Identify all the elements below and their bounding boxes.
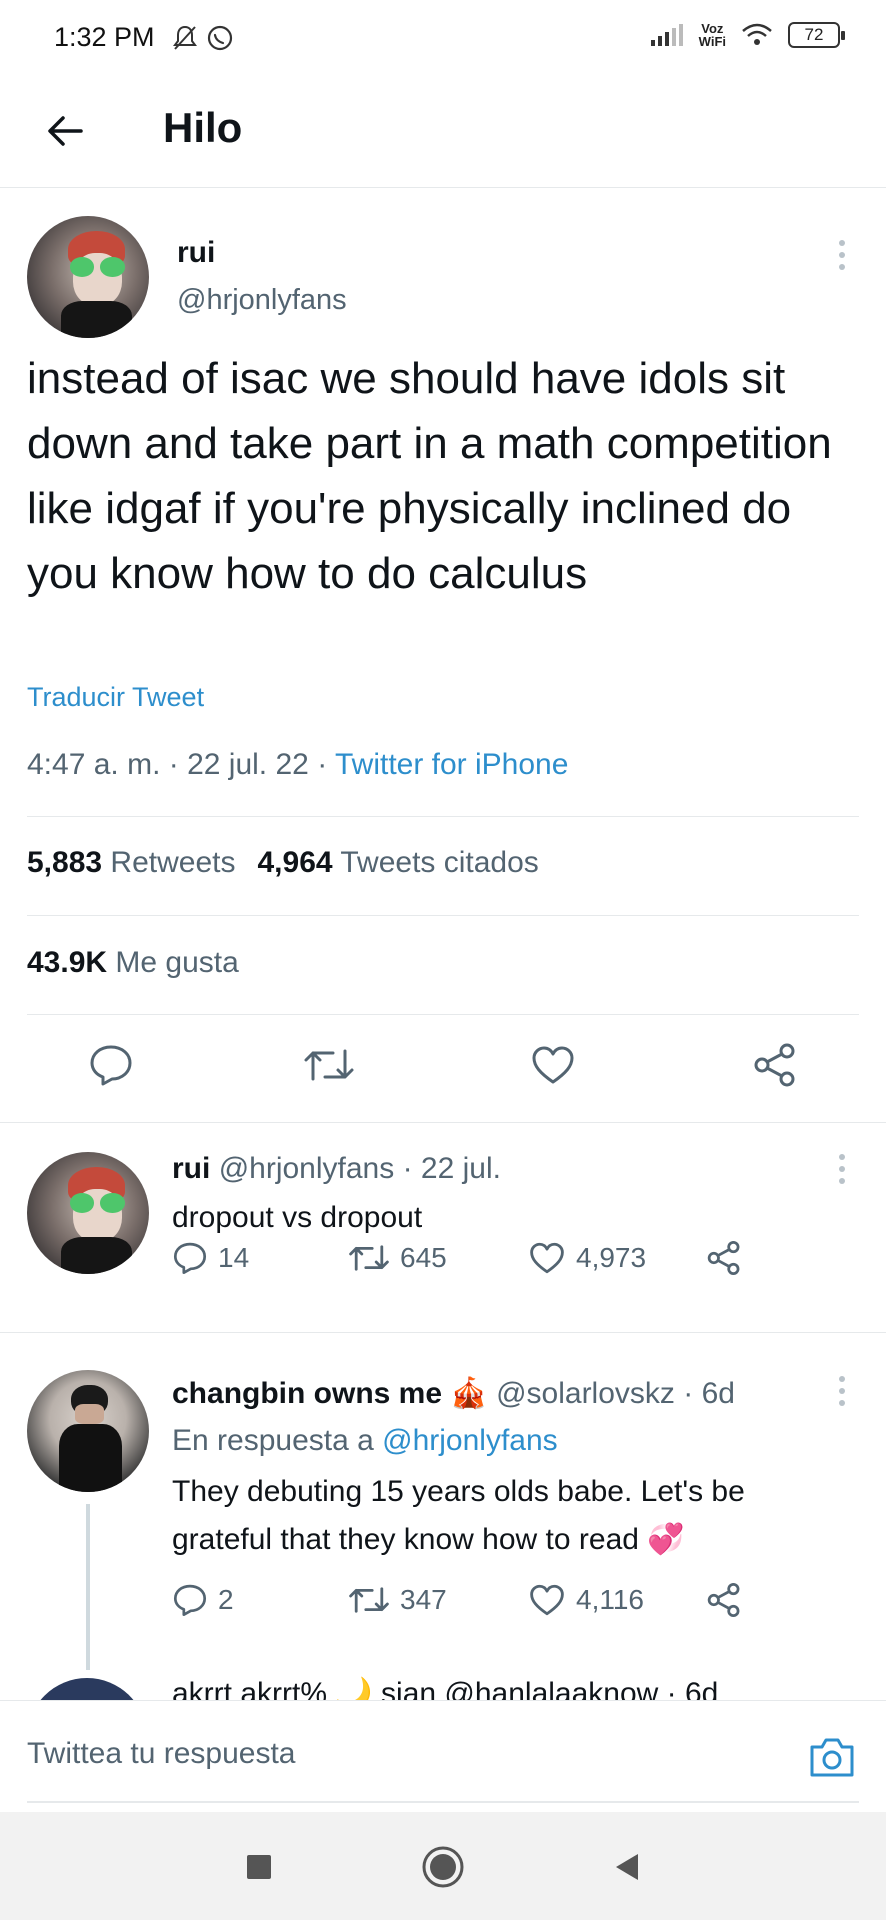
retweet-button[interactable]: 645 bbox=[348, 1242, 447, 1274]
more-options-icon[interactable] bbox=[832, 1154, 852, 1184]
status-bar: 1:32 PM Voz WiFi 72 bbox=[0, 0, 886, 80]
reply-to-handle-link[interactable]: @hrjonlyfans bbox=[382, 1424, 558, 1457]
thread-connector bbox=[86, 1504, 90, 1670]
reply-button[interactable] bbox=[84, 1038, 138, 1092]
divider bbox=[27, 915, 859, 916]
reply-input[interactable]: Twittea tu respuesta bbox=[27, 1737, 295, 1771]
author-handle[interactable]: @solarlovskz bbox=[496, 1377, 675, 1410]
tweet-action-bar bbox=[0, 1028, 886, 1100]
triangle-back-icon bbox=[616, 1854, 638, 1880]
status-notification-icons bbox=[172, 24, 234, 52]
reply-header: changbin owns me 🎪 @solarlovskz · 6d bbox=[172, 1376, 735, 1411]
share-button[interactable] bbox=[706, 1582, 742, 1618]
tweet-text: instead of isac we should have idols sit… bbox=[27, 354, 832, 598]
share-icon bbox=[707, 1582, 740, 1618]
retweet-icon bbox=[349, 1587, 389, 1613]
reply-tweet[interactable]: changbin owns me 🎪 @solarlovskz · 6d En … bbox=[0, 1332, 886, 1670]
two-hearts-emoji: 💞 bbox=[647, 1523, 685, 1556]
author-handle[interactable]: @hrjonlyfans bbox=[219, 1152, 395, 1185]
status-time: 1:32 PM bbox=[54, 22, 155, 52]
likes-stat[interactable]: 43.9K Me gusta bbox=[27, 946, 239, 980]
partial-reply-header: akrrt akrrt% 🌙 sian @hanlalaaknow · 6d bbox=[172, 1677, 719, 1700]
comment-icon bbox=[173, 1242, 207, 1275]
divider bbox=[27, 816, 859, 817]
tweet-time: 4:47 a. m. bbox=[27, 748, 161, 781]
reply-text: They debuting 15 years olds babe. Let's … bbox=[172, 1475, 745, 1556]
reply-date: · 22 jul. bbox=[402, 1152, 501, 1185]
network-label: Voz WiFi bbox=[698, 21, 726, 49]
like-button[interactable]: 4,973 bbox=[528, 1241, 646, 1275]
back-nav-button[interactable] bbox=[604, 1844, 650, 1890]
input-underline bbox=[27, 1801, 859, 1803]
partial-reply-tweet[interactable]: akrrt akrrt% 🌙 sian @hanlalaaknow · 6d bbox=[0, 1670, 886, 1700]
divider bbox=[27, 1014, 859, 1015]
like-button[interactable]: 4,116 bbox=[528, 1583, 644, 1617]
more-options-icon[interactable] bbox=[832, 240, 852, 270]
like-count: 4,116 bbox=[576, 1584, 644, 1615]
retweets-stat[interactable]: 5,883 Retweets bbox=[27, 846, 235, 879]
avatar[interactable] bbox=[27, 216, 149, 338]
reply-compose-bar: Twittea tu respuesta bbox=[0, 1700, 886, 1812]
circus-tent-emoji: 🎪 bbox=[450, 1377, 488, 1410]
status-right-icons: Voz WiFi 72 bbox=[649, 21, 845, 49]
author-handle[interactable]: @hrjonlyfans bbox=[177, 284, 347, 317]
battery-indicator: 72 bbox=[788, 22, 845, 48]
heart-icon bbox=[530, 1242, 564, 1274]
retweet-count: 347 bbox=[400, 1584, 447, 1615]
author-name[interactable]: rui bbox=[172, 1152, 210, 1185]
arrow-left-icon bbox=[48, 116, 83, 146]
back-button[interactable] bbox=[40, 106, 90, 156]
like-count: 4,973 bbox=[576, 1242, 647, 1273]
reply-button[interactable]: 2 bbox=[172, 1583, 234, 1617]
camera-button[interactable] bbox=[806, 1731, 858, 1783]
camera-icon bbox=[810, 1738, 854, 1777]
signal-icon bbox=[650, 24, 683, 46]
reply-date: · 6d bbox=[683, 1377, 735, 1410]
reply-count: 14 bbox=[218, 1242, 250, 1273]
author-name[interactable]: changbin owns me bbox=[172, 1377, 442, 1410]
heart-icon bbox=[530, 1584, 564, 1616]
like-button[interactable] bbox=[526, 1038, 580, 1092]
tweet-date: 22 jul. 22 bbox=[187, 748, 309, 781]
avatar[interactable] bbox=[27, 1370, 149, 1492]
more-options-icon[interactable] bbox=[832, 1376, 852, 1406]
tweet-source-link[interactable]: Twitter for iPhone bbox=[335, 748, 568, 781]
wifi-icon bbox=[742, 23, 772, 45]
square-icon bbox=[247, 1855, 271, 1879]
circle-icon bbox=[422, 1846, 464, 1888]
heart-icon bbox=[532, 1046, 574, 1084]
retweet-count: 645 bbox=[400, 1242, 447, 1273]
retweet-button[interactable] bbox=[302, 1038, 356, 1092]
reply-to-line: En respuesta a @hrjonlyfans bbox=[172, 1424, 558, 1457]
share-button[interactable] bbox=[748, 1038, 802, 1092]
share-icon bbox=[754, 1043, 795, 1087]
whatsapp-icon bbox=[207, 25, 233, 51]
home-button[interactable] bbox=[420, 1844, 466, 1890]
comment-icon bbox=[90, 1045, 132, 1086]
reply-tweet[interactable]: rui @hrjonlyfans · 22 jul. dropout vs dr… bbox=[0, 1122, 886, 1332]
retweet-icon bbox=[304, 1049, 354, 1081]
reply-header: rui @hrjonlyfans · 22 jul. bbox=[172, 1152, 501, 1186]
avatar[interactable] bbox=[27, 1678, 147, 1700]
share-button[interactable] bbox=[706, 1240, 742, 1276]
retweet-button[interactable]: 347 bbox=[348, 1584, 447, 1616]
translate-tweet-link[interactable]: Traducir Tweet bbox=[27, 682, 204, 713]
page-title: Hilo bbox=[163, 104, 243, 151]
share-icon bbox=[707, 1240, 740, 1276]
avatar[interactable] bbox=[27, 1152, 149, 1274]
comment-icon bbox=[173, 1584, 207, 1617]
recents-button[interactable] bbox=[236, 1844, 282, 1890]
bell-muted-icon bbox=[173, 25, 197, 50]
system-nav-bar bbox=[0, 1812, 886, 1920]
header-bar: Hilo bbox=[0, 80, 886, 188]
retweet-icon bbox=[349, 1245, 389, 1271]
author-name[interactable]: rui bbox=[177, 236, 215, 270]
retweet-stats: 5,883 Retweets 4,964 Tweets citados bbox=[27, 846, 539, 880]
reply-count: 2 bbox=[218, 1584, 234, 1615]
quotes-stat[interactable]: 4,964 Tweets citados bbox=[257, 846, 538, 879]
reply-button[interactable]: 14 bbox=[172, 1241, 249, 1275]
reply-text: dropout vs dropout bbox=[172, 1201, 423, 1234]
tweet-meta: 4:47 a. m. · 22 jul. 22 · Twitter for iP… bbox=[27, 748, 569, 781]
